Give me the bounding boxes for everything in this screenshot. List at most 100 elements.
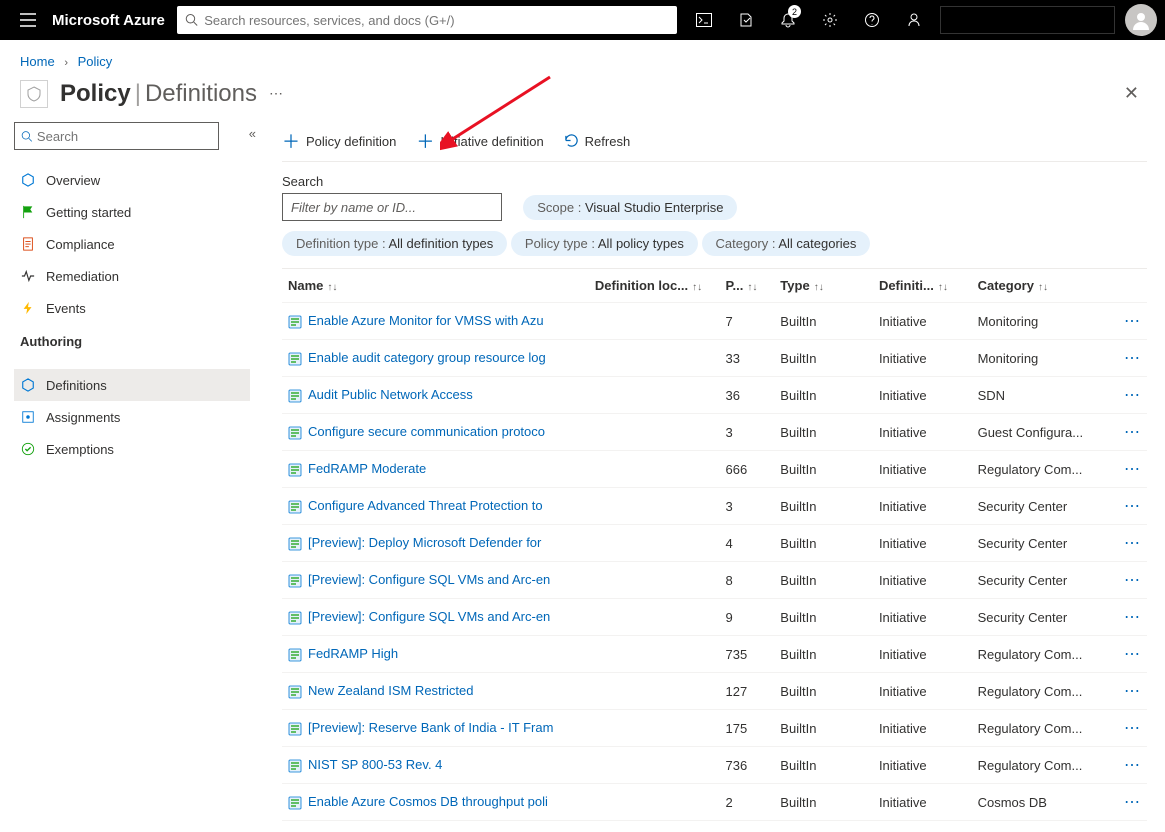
table-row[interactable]: NIST SP 800-53 Rev. 4736BuiltInInitiativ… (282, 747, 1147, 784)
cell-definition-type: Initiative (873, 451, 972, 488)
definition-name-link[interactable]: FedRAMP Moderate (308, 461, 426, 476)
cell-location (589, 562, 720, 599)
sidebar-item-definitions[interactable]: Definitions (14, 369, 250, 401)
column-p[interactable]: P...↑↓ (720, 269, 775, 303)
row-actions-icon[interactable]: ⋯ (1124, 572, 1141, 589)
definition-name-link[interactable]: Enable Azure Cosmos DB throughput poli (308, 794, 548, 809)
table-row[interactable]: PCI DSS v4277BuiltInInitiativeRegulatory… (282, 821, 1147, 824)
table-row[interactable]: Enable Azure Cosmos DB throughput poli2B… (282, 784, 1147, 821)
cell-type: BuiltIn (774, 710, 873, 747)
cell-category: Security Center (972, 488, 1104, 525)
definition-name-link[interactable]: [Preview]: Deploy Microsoft Defender for (308, 535, 541, 550)
filter-scope-pill[interactable]: Scope : Visual Studio Enterprise (523, 195, 737, 220)
help-icon[interactable] (852, 0, 892, 40)
feedback-icon[interactable] (894, 0, 934, 40)
notifications-icon[interactable]: 2 (768, 0, 808, 40)
definition-name-link[interactable]: NIST SP 800-53 Rev. 4 (308, 757, 442, 772)
initiative-icon (288, 426, 302, 440)
row-actions-icon[interactable]: ⋯ (1124, 757, 1141, 774)
table-row[interactable]: FedRAMP High735BuiltInInitiativeRegulato… (282, 636, 1147, 673)
row-actions-icon[interactable]: ⋯ (1124, 609, 1141, 626)
more-actions-icon[interactable]: ⋯ (269, 85, 285, 102)
cell-definition-type: Initiative (873, 525, 972, 562)
cell-policy-count: 33 (720, 340, 775, 377)
table-row[interactable]: [Preview]: Deploy Microsoft Defender for… (282, 525, 1147, 562)
definition-name-link[interactable]: New Zealand ISM Restricted (308, 683, 473, 698)
global-search-input[interactable] (204, 13, 669, 28)
column-location[interactable]: Definition loc...↑↓ (589, 269, 720, 303)
row-actions-icon[interactable]: ⋯ (1124, 683, 1141, 700)
row-actions-icon[interactable]: ⋯ (1124, 387, 1141, 404)
cell-location (589, 414, 720, 451)
filter-category-pill[interactable]: Category : All categories (702, 231, 871, 256)
filter-def-type-pill[interactable]: Definition type : All definition types (282, 231, 507, 256)
row-actions-icon[interactable]: ⋯ (1124, 646, 1141, 663)
row-actions-icon[interactable]: ⋯ (1124, 720, 1141, 737)
definition-name-link[interactable]: Audit Public Network Access (308, 387, 473, 402)
user-avatar[interactable] (1125, 4, 1157, 36)
definition-name-link[interactable]: [Preview]: Reserve Bank of India - IT Fr… (308, 720, 553, 735)
definition-name-link[interactable]: Configure secure communication protoco (308, 424, 545, 439)
row-actions-icon[interactable]: ⋯ (1124, 461, 1141, 478)
table-row[interactable]: Audit Public Network Access36BuiltInInit… (282, 377, 1147, 414)
table-row[interactable]: [Preview]: Configure SQL VMs and Arc-en8… (282, 562, 1147, 599)
cell-location (589, 599, 720, 636)
global-search[interactable] (177, 6, 677, 34)
column-category[interactable]: Category↑↓ (972, 269, 1104, 303)
sidebar-item-exemptions[interactable]: Exemptions (14, 433, 250, 465)
row-actions-icon[interactable]: ⋯ (1124, 498, 1141, 515)
column-definition[interactable]: Definiti...↑↓ (873, 269, 972, 303)
settings-icon[interactable] (810, 0, 850, 40)
row-actions-icon[interactable]: ⋯ (1124, 350, 1141, 367)
breadcrumb-policy[interactable]: Policy (78, 54, 113, 69)
column-type[interactable]: Type↑↓ (774, 269, 873, 303)
collapse-sidebar-icon[interactable]: « (249, 126, 256, 141)
cell-category: SDN (972, 377, 1104, 414)
filter-search-input[interactable] (282, 193, 502, 221)
sidebar-item-compliance[interactable]: Compliance (14, 228, 250, 260)
definition-name-link[interactable]: [Preview]: Configure SQL VMs and Arc-en (308, 572, 550, 587)
brand-label[interactable]: Microsoft Azure (52, 12, 165, 29)
definitions-table-wrap[interactable]: Name↑↓ Definition loc...↑↓ P...↑↓ Type↑↓… (282, 268, 1147, 823)
table-row[interactable]: Configure Advanced Threat Protection to3… (282, 488, 1147, 525)
add-policy-definition-button[interactable]: ＋ Policy definition (282, 133, 396, 151)
definition-name-link[interactable]: [Preview]: Configure SQL VMs and Arc-en (308, 609, 550, 624)
hamburger-menu-icon[interactable] (8, 13, 48, 27)
table-row[interactable]: Enable audit category group resource log… (282, 340, 1147, 377)
row-actions-icon[interactable]: ⋯ (1124, 313, 1141, 330)
definition-name-link[interactable]: Enable audit category group resource log (308, 350, 546, 365)
row-actions-icon[interactable]: ⋯ (1124, 535, 1141, 552)
filter-policy-type-pill[interactable]: Policy type : All policy types (511, 231, 698, 256)
table-row[interactable]: Configure secure communication protoco3B… (282, 414, 1147, 451)
filter-search-label: Search (282, 174, 1147, 189)
directory-icon[interactable] (726, 0, 766, 40)
close-icon[interactable]: ✕ (1118, 77, 1145, 110)
column-name[interactable]: Name↑↓ (282, 269, 589, 303)
definition-name-link[interactable]: Configure Advanced Threat Protection to (308, 498, 543, 513)
table-row[interactable]: [Preview]: Reserve Bank of India - IT Fr… (282, 710, 1147, 747)
sidebar-item-assignments[interactable]: Assignments (14, 401, 250, 433)
refresh-button[interactable]: Refresh (564, 133, 631, 151)
table-row[interactable]: Enable Azure Monitor for VMSS with Azu7B… (282, 303, 1147, 340)
sidebar-item-remediation[interactable]: Remediation (14, 260, 250, 292)
cell-policy-count: 735 (720, 636, 775, 673)
row-actions-icon[interactable]: ⋯ (1124, 794, 1141, 811)
initiative-icon (288, 537, 302, 551)
page-subtitle: Definitions (145, 80, 257, 108)
breadcrumb-home[interactable]: Home (20, 54, 55, 69)
table-row[interactable]: New Zealand ISM Restricted127BuiltInInit… (282, 673, 1147, 710)
definition-name-link[interactable]: Enable Azure Monitor for VMSS with Azu (308, 313, 544, 328)
sidebar-item-getting-started[interactable]: Getting started (14, 196, 250, 228)
table-row[interactable]: [Preview]: Configure SQL VMs and Arc-en9… (282, 599, 1147, 636)
row-actions-icon[interactable]: ⋯ (1124, 424, 1141, 441)
cloud-shell-icon[interactable] (684, 0, 724, 40)
table-row[interactable]: FedRAMP Moderate666BuiltInInitiativeRegu… (282, 451, 1147, 488)
sidebar-item-events[interactable]: Events (14, 292, 250, 324)
sidebar-item-overview[interactable]: Overview (14, 164, 250, 196)
definition-name-link[interactable]: FedRAMP High (308, 646, 398, 661)
account-tenant-box[interactable] (940, 6, 1115, 34)
add-initiative-definition-button[interactable]: ＋ Initiative definition (416, 133, 543, 151)
sidebar-search[interactable] (14, 122, 219, 150)
cell-definition-type: Initiative (873, 747, 972, 784)
sidebar-search-input[interactable] (37, 129, 212, 144)
